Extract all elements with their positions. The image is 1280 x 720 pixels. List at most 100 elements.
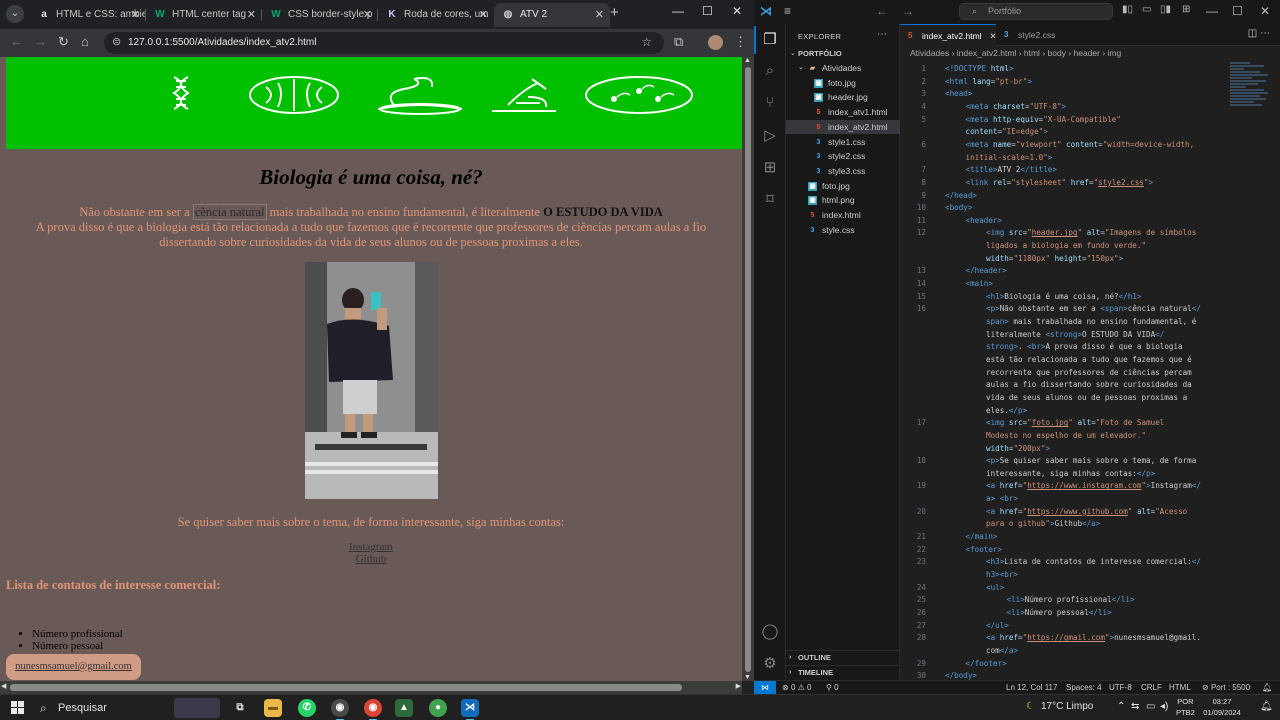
breadcrumb-item[interactable]: html <box>1024 48 1040 58</box>
file-item[interactable]: 5 index.html <box>786 208 900 222</box>
source-control-icon[interactable]: ⑂ <box>760 94 780 114</box>
weather-widget[interactable]: ☾ 17°C Limpo <box>1026 701 1093 712</box>
whatsapp-icon[interactable]: ✆ <box>298 699 316 717</box>
vertical-scrollbar[interactable]: ▲ ▼ <box>742 57 754 681</box>
file-item[interactable]: 3 style3.css <box>786 164 900 178</box>
email-link[interactable]: nunesmsamuel@gmail.com <box>6 654 141 680</box>
scroll-down-icon[interactable]: ▼ <box>744 674 751 681</box>
network-icon[interactable]: ⇆ <box>1131 701 1139 712</box>
workspace-root[interactable]: ⌄ PORTFÓLIO <box>786 47 900 61</box>
scrollbar-thumb[interactable] <box>10 684 682 691</box>
breadcrumb-item[interactable]: index_atv2.html <box>957 48 1017 58</box>
minimap[interactable] <box>1230 62 1270 132</box>
ports-status[interactable]: ⚲ 0 <box>826 681 839 694</box>
live-server-port[interactable]: ⊘ Port : 5500 <box>1202 681 1250 694</box>
scrollbar-thumb[interactable] <box>745 67 751 672</box>
bookmark-star-icon[interactable]: ☆ <box>641 35 652 49</box>
file-item[interactable]: 3 style1.css <box>786 135 900 149</box>
file-item[interactable]: 5 index_atv2.html <box>786 119 900 134</box>
close-window-button[interactable]: ✕ <box>732 4 742 18</box>
language-indicator[interactable]: POR PTB2 <box>1176 696 1195 718</box>
more-actions-icon[interactable]: ⋯ <box>877 29 887 40</box>
reload-icon[interactable]: ↻ <box>58 34 69 50</box>
github-link[interactable]: Github <box>0 553 742 565</box>
outline-section[interactable]: › OUTLINE <box>786 650 900 664</box>
cursor-position[interactable]: Ln 12, Col 117 <box>1006 681 1057 694</box>
browser-tab[interactable]: ◍ ATV 2 ✕ <box>494 3 610 27</box>
toggle-primary-sidebar-icon[interactable]: ▮▯ <box>1122 4 1133 15</box>
close-tab-icon[interactable]: ✕ <box>595 3 604 27</box>
google-drive-icon[interactable]: ▲ <box>395 699 413 717</box>
file-explorer-icon[interactable]: ▬ <box>264 699 282 717</box>
customize-layout-icon[interactable]: ⊞ <box>1182 4 1190 15</box>
scroll-left-icon[interactable]: ◀ <box>1 682 6 690</box>
remote-indicator-icon[interactable]: ⋈ <box>754 681 776 694</box>
hamburger-menu-icon[interactable]: ≡ <box>784 4 791 18</box>
close-window-button[interactable]: ✕ <box>1260 4 1270 18</box>
maximize-button[interactable]: ☐ <box>702 4 713 18</box>
address-bar[interactable]: ⊜ 127.0.0.1:5500/Atividades/index_atv2.h… <box>104 32 664 54</box>
browser-tab[interactable]: K Roda de cores, um ✕ <box>378 3 494 27</box>
widgets-button[interactable] <box>174 698 220 718</box>
instagram-link[interactable]: Instagram <box>0 541 742 553</box>
file-item[interactable]: ▣ foto.jpg <box>786 76 900 90</box>
back-icon[interactable]: ← <box>10 34 23 49</box>
horizontal-scrollbar[interactable]: ◀ ▶ <box>0 681 742 694</box>
encoding-status[interactable]: UTF-8 <box>1109 681 1132 694</box>
eol-status[interactable]: CRLF <box>1141 681 1162 694</box>
chrome-profile-icon[interactable]: ◉ <box>331 699 349 720</box>
volume-icon[interactable]: ◂) <box>1160 701 1168 712</box>
command-center-search[interactable]: ⌕ Portfólio <box>959 3 1113 20</box>
split-editor-icon[interactable]: ◫ ⋯ <box>1248 28 1270 39</box>
vscode-taskbar-icon[interactable]: ⋊ <box>461 699 479 720</box>
extensions-icon[interactable]: ⧉ <box>674 34 683 50</box>
new-tab-button[interactable]: + <box>610 4 619 21</box>
language-status[interactable]: HTML <box>1169 681 1191 694</box>
minimize-button[interactable]: — <box>672 4 684 18</box>
settings-gear-icon[interactable]: ⚙ <box>760 654 780 674</box>
tray-chevron-icon[interactable]: ⌃ <box>1117 701 1125 712</box>
run-debug-icon[interactable]: ▷ <box>760 126 780 146</box>
windows-start-icon[interactable] <box>11 701 25 715</box>
breadcrumb-item[interactable]: Atividades <box>910 48 949 58</box>
account-icon[interactable]: ◯ <box>760 622 780 642</box>
maximize-button[interactable]: ☐ <box>1232 4 1243 18</box>
editor-tab[interactable]: 5 index_atv2.html ✕ <box>900 24 997 46</box>
toggle-secondary-sidebar-icon[interactable]: ▯▮ <box>1160 4 1171 15</box>
close-tab-icon[interactable]: ✕ <box>247 3 256 27</box>
home-icon[interactable]: ⌂ <box>81 34 89 49</box>
close-tab-icon[interactable]: ✕ <box>363 3 372 27</box>
scroll-up-icon[interactable]: ▲ <box>744 57 751 64</box>
chrome-icon[interactable]: ◉ <box>364 699 382 720</box>
file-item[interactable]: 3 style2.css <box>786 149 900 163</box>
nav-forward-icon[interactable]: → <box>902 4 914 18</box>
indentation-status[interactable]: Spaces: 4 <box>1066 681 1102 694</box>
minimize-button[interactable]: — <box>1206 4 1218 18</box>
browser-tab[interactable]: a HTML e CSS: ambie ✕ <box>30 3 146 27</box>
clock[interactable]: 03:27 01/09/2024 <box>1200 696 1244 718</box>
file-item[interactable]: 3 style.css <box>786 223 900 237</box>
editor-tab[interactable]: 3 style2.css <box>996 24 1066 46</box>
problems-status[interactable]: ⊗ 0 ⚠ 0 <box>782 681 811 694</box>
timeline-section[interactable]: › TIMELINE <box>786 665 900 679</box>
breadcrumb-item[interactable]: img <box>1108 48 1122 58</box>
breadcrumb-item[interactable]: body <box>1048 48 1066 58</box>
browser-tab[interactable]: W CSS border-style p ✕ <box>262 3 378 27</box>
file-item[interactable]: ▣ foto.jpg <box>786 179 900 193</box>
folder-item[interactable]: ⌄ ▰ Atividades <box>786 61 900 75</box>
file-item[interactable]: ▣ header.jpg <box>786 90 900 104</box>
monitor-icon[interactable]: ▭ <box>1146 701 1155 712</box>
extensions-icon[interactable]: ⊞ <box>760 158 780 178</box>
code-area[interactable]: 1 <!DOCTYPE html> 2 <html lang="pt-br"> 3 <he… <box>900 62 1280 680</box>
site-info-icon[interactable]: ⊜ <box>112 35 121 48</box>
breadcrumb-item[interactable]: header <box>1074 48 1100 58</box>
toggle-panel-icon[interactable]: ▭ <box>1142 4 1151 15</box>
explorer-icon[interactable]: ❐ <box>754 26 780 54</box>
file-item[interactable]: 5 index_atv1.html <box>786 105 900 119</box>
menu-kebab-icon[interactable]: ⋮ <box>734 34 747 50</box>
file-item[interactable]: ▣ html.png <box>786 193 900 207</box>
forward-icon[interactable]: → <box>34 34 47 49</box>
close-tab-icon[interactable]: ✕ <box>131 3 140 27</box>
close-tab-icon[interactable]: ✕ <box>479 3 488 27</box>
taskbar-search[interactable]: ⌕ Pesquisar <box>34 699 164 717</box>
